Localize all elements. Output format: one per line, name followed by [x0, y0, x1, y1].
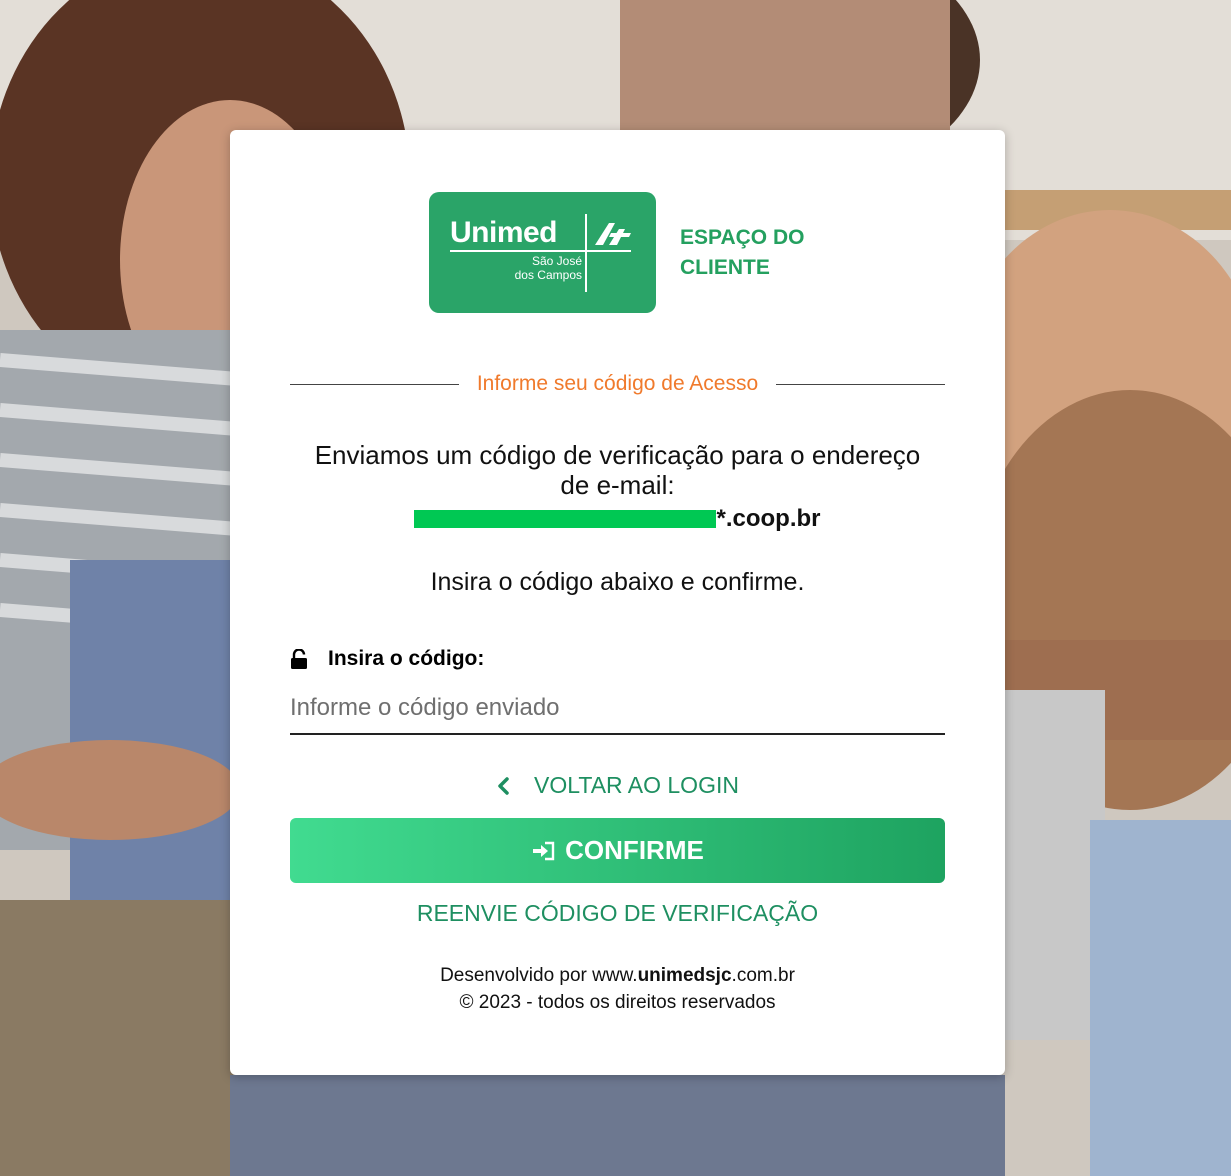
confirm-button-label: CONFIRME — [565, 835, 704, 865]
footer-suffix: .com.br — [731, 965, 795, 986]
logo-wordmark: Unimed — [450, 216, 558, 249]
logo-sub-line2: dos Campos — [514, 268, 582, 282]
footer-credit: Desenvolvido por www.unimedsjc.com.br — [290, 962, 945, 989]
logo-sub-line1: São José — [531, 254, 582, 268]
section-divider: Informe seu código de Acesso — [290, 372, 945, 396]
footer-prefix: Desenvolvido por www. — [440, 965, 638, 986]
unimed-logo: Unimed São José dos Campos ESPAÇO DO CLI… — [429, 192, 804, 313]
logo-divider-vertical — [585, 214, 587, 292]
footer: Desenvolvido por www.unimedsjc.com.br © … — [290, 962, 945, 1016]
email-redaction-bar — [414, 510, 717, 528]
verification-card: Unimed São José dos Campos ESPAÇO DO CLI… — [230, 130, 1005, 1075]
logo-side-line1: ESPAÇO DO — [680, 225, 805, 249]
email-domain: *.coop.br — [716, 505, 821, 532]
message-line1: Enviamos um código de verificação para o… — [314, 440, 921, 470]
divider-line-right — [776, 383, 945, 385]
resend-code-link[interactable]: REENVIE CÓDIGO DE VERIFICAÇÃO — [290, 900, 945, 927]
footer-brand: unimedsjc — [637, 965, 732, 986]
unimed-tree-icon — [595, 223, 631, 245]
unimed-logo-badge: Unimed São José dos Campos — [429, 192, 656, 313]
footer-copyright: © 2023 - todos os direitos reservados — [459, 992, 776, 1013]
logo-side-line2: CLIENTE — [680, 255, 770, 279]
message-line2: de e-mail: — [560, 470, 675, 500]
masked-email: *.coop.br — [270, 505, 965, 533]
code-label-text: Insira o código: — [328, 647, 485, 670]
logo-subtitle: São José dos Campos — [515, 254, 582, 282]
code-field-label: Insira o código: — [290, 647, 484, 671]
confirm-button[interactable]: CONFIRME — [290, 818, 945, 883]
verification-message: Enviamos um código de verificação para o… — [270, 440, 965, 500]
back-to-login-link[interactable]: VOLTAR AO LOGIN — [290, 772, 945, 799]
chevron-left-icon — [498, 776, 509, 795]
divider-line-left — [290, 383, 459, 385]
logo-divider-horizontal — [450, 250, 631, 252]
lock-open-icon — [291, 649, 307, 669]
sign-in-icon — [533, 841, 555, 860]
code-input[interactable] — [290, 683, 945, 735]
back-to-login-label: VOLTAR AO LOGIN — [534, 772, 739, 798]
instruction-text: Insira o código abaixo e confirme. — [430, 568, 805, 596]
section-title: Informe seu código de Acesso — [476, 372, 759, 395]
espaco-do-cliente-label: ESPAÇO DO CLIENTE — [680, 223, 804, 283]
